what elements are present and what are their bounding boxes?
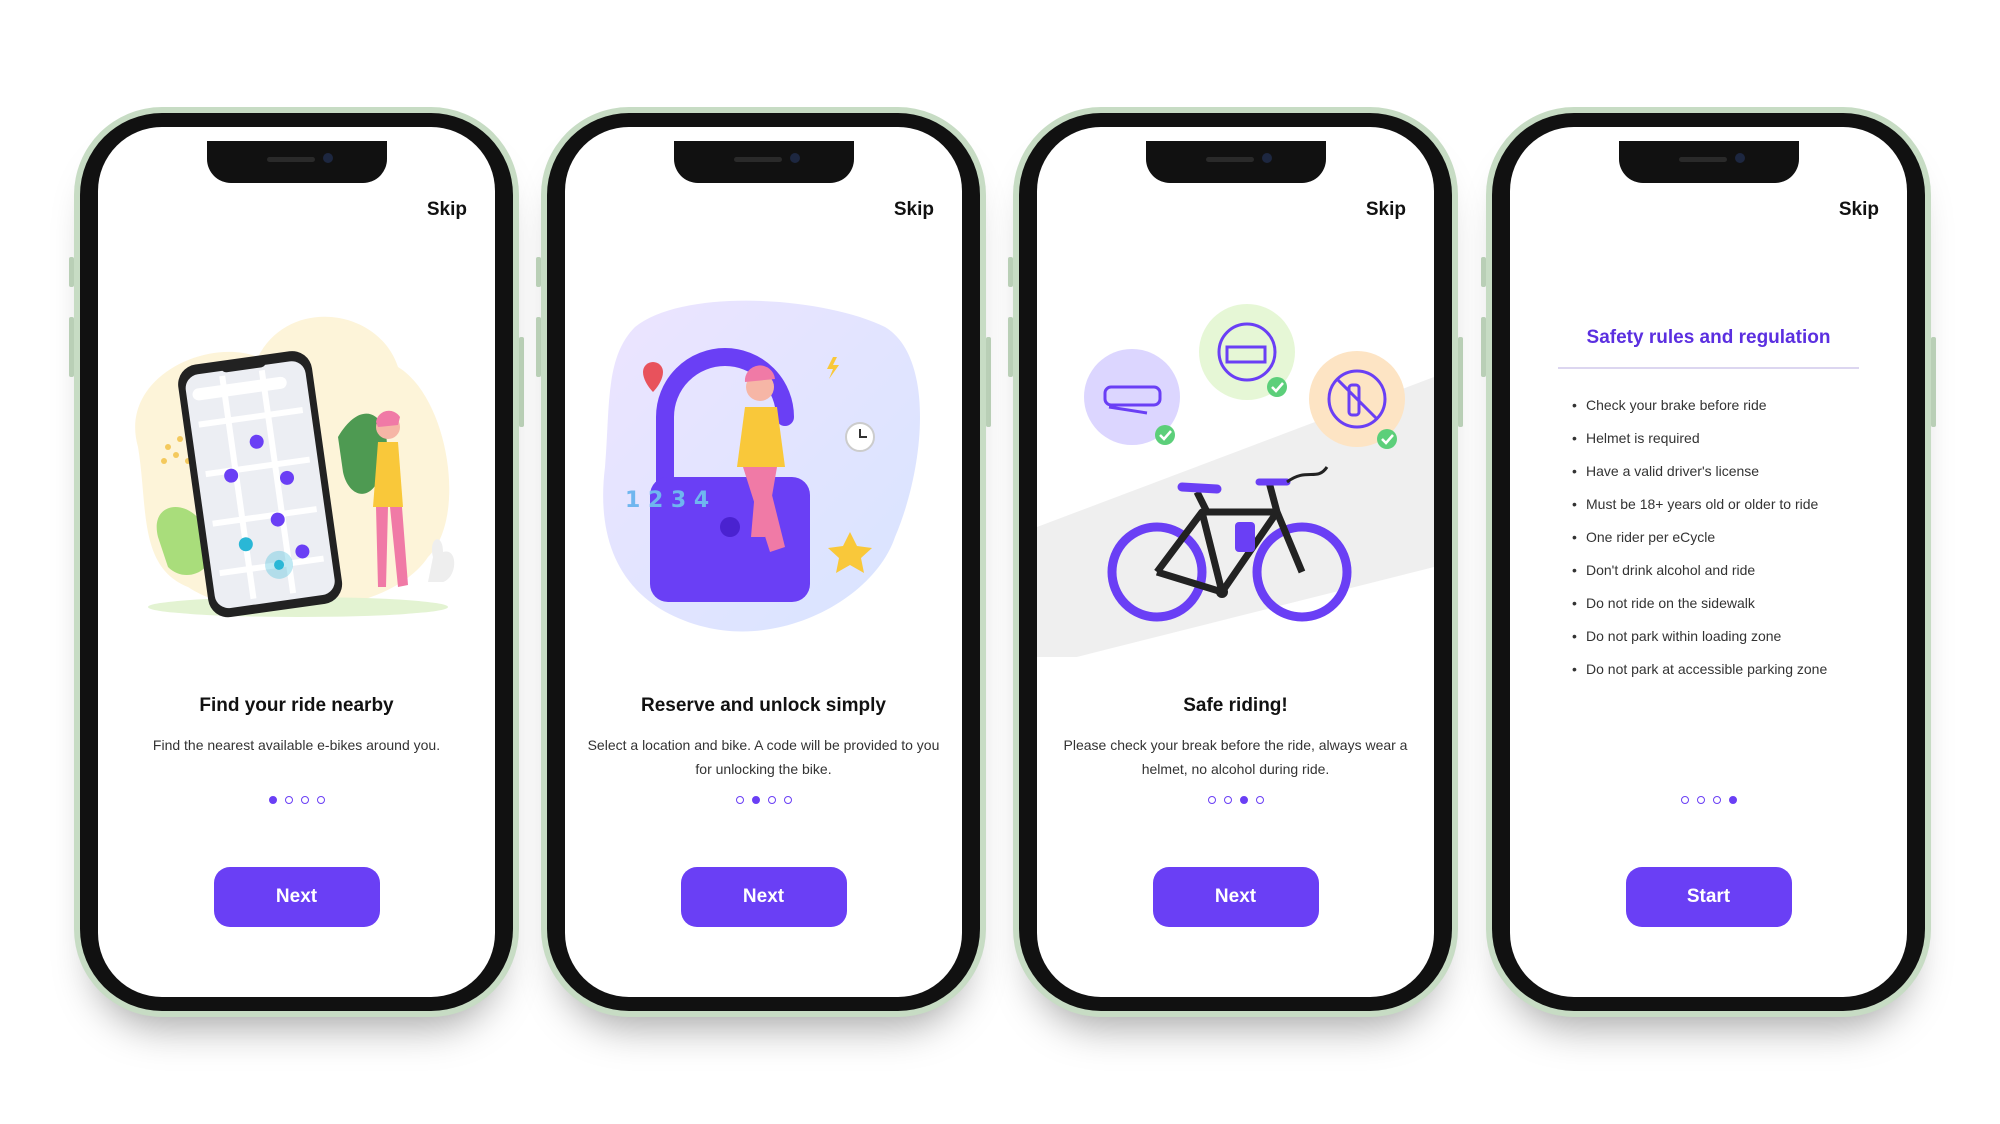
- phone-notch: [673, 141, 854, 183]
- phone-notch: [206, 141, 387, 183]
- side-button: [536, 257, 541, 287]
- onboarding-screen: Skip Find your ride nearby Find the near…: [98, 127, 495, 997]
- page-dot: [284, 796, 293, 804]
- onboarding-screen: Skip 1 2 3 4 Reserve and unlock simply S…: [565, 127, 962, 997]
- rule-item: • Do not park at accessible parking zone: [1572, 661, 1828, 677]
- next-button[interactable]: Next: [680, 867, 847, 927]
- page-dot: [1712, 796, 1721, 804]
- phone-screen-2: Skip 1 2 3 4 Reserve and unlock simply S…: [536, 107, 991, 1017]
- svg-text:1 2 3 4: 1 2 3 4: [625, 488, 709, 513]
- page-dot: [316, 796, 325, 804]
- page-indicator: [1510, 791, 1907, 809]
- screen-title: Reserve and unlock simply: [641, 695, 886, 716]
- rules-title: Safety rules and regulation: [1586, 327, 1831, 348]
- start-button[interactable]: Start: [1625, 867, 1792, 927]
- screen-title: Safe riding!: [1183, 695, 1288, 716]
- page-dot: [1680, 796, 1689, 804]
- page-indicator: [98, 791, 495, 809]
- page-dot: [1255, 796, 1264, 804]
- rule-item: • Have a valid driver's license: [1572, 463, 1760, 479]
- side-button: [519, 337, 524, 427]
- onboarding-screen: Skip Safety rules and regulation • Check …: [1510, 127, 1907, 997]
- side-button: [69, 257, 74, 287]
- side-button: [1008, 317, 1013, 377]
- phone-screen-1: Skip Find your ride nearby Find the near…: [69, 107, 524, 1017]
- rule-item: • Helmet is required: [1572, 430, 1700, 446]
- ebike-safety-illustration: [1037, 304, 1434, 657]
- unlock-padlock-illustration: 1 2 3 4: [603, 300, 920, 632]
- rule-item: • Must be 18+ years old or older to ride: [1572, 496, 1819, 512]
- rule-item: • Do not ride on the sidewalk: [1572, 595, 1755, 611]
- page-dot-active: [1239, 796, 1248, 804]
- side-button: [536, 317, 541, 377]
- page-dot: [300, 796, 309, 804]
- rule-item: • One rider per eCycle: [1572, 529, 1716, 545]
- divider: [1558, 367, 1859, 369]
- rule-item: • Check your brake before ride: [1572, 397, 1767, 413]
- side-button: [1931, 337, 1936, 427]
- screen-description: Select a location and bike. A code will …: [587, 737, 940, 777]
- skip-button[interactable]: Skip: [1839, 199, 1879, 221]
- next-button[interactable]: Next: [213, 867, 380, 927]
- onboarding-screen: Skip Safe riding! Please check your brea…: [1037, 127, 1434, 997]
- side-button: [69, 317, 74, 377]
- skip-button[interactable]: Skip: [894, 199, 934, 221]
- page-dot: [783, 796, 792, 804]
- page-indicator: [565, 791, 962, 809]
- screen-description: Please check your break before the ride,…: [1063, 737, 1408, 777]
- page-dot: [1223, 796, 1232, 804]
- phone-notch: [1618, 141, 1799, 183]
- side-button: [1008, 257, 1013, 287]
- skip-button[interactable]: Skip: [427, 199, 467, 221]
- next-button[interactable]: Next: [1152, 867, 1319, 927]
- side-button: [1458, 337, 1463, 427]
- screen-description: Find the nearest available e-bikes aroun…: [152, 737, 441, 753]
- side-button: [1481, 317, 1486, 377]
- page-dot-active: [1728, 796, 1737, 804]
- phone-map-illustration: [135, 316, 455, 618]
- page-dot: [735, 796, 744, 804]
- phone-screen-3: Skip Safe riding! Please check your brea…: [1008, 107, 1463, 1017]
- page-indicator: [1037, 791, 1434, 809]
- page-dot: [767, 796, 776, 804]
- phone-notch: [1145, 141, 1326, 183]
- side-button: [1481, 257, 1486, 287]
- rule-item: • Don't drink alcohol and ride: [1572, 562, 1756, 578]
- rules-list: • Check your brake before ride • Helmet is…: [1572, 389, 1827, 686]
- rule-item: • Do not park within loading zone: [1572, 628, 1782, 644]
- page-dot: [1207, 796, 1216, 804]
- page-dot: [1696, 796, 1705, 804]
- phone-screen-4: Skip Safety rules and regulation • Check …: [1481, 107, 1936, 1017]
- skip-button[interactable]: Skip: [1366, 199, 1406, 221]
- side-button: [986, 337, 991, 427]
- page-dot-active: [268, 796, 277, 804]
- page-dot-active: [751, 796, 760, 804]
- screen-title: Find your ride nearby: [199, 695, 394, 716]
